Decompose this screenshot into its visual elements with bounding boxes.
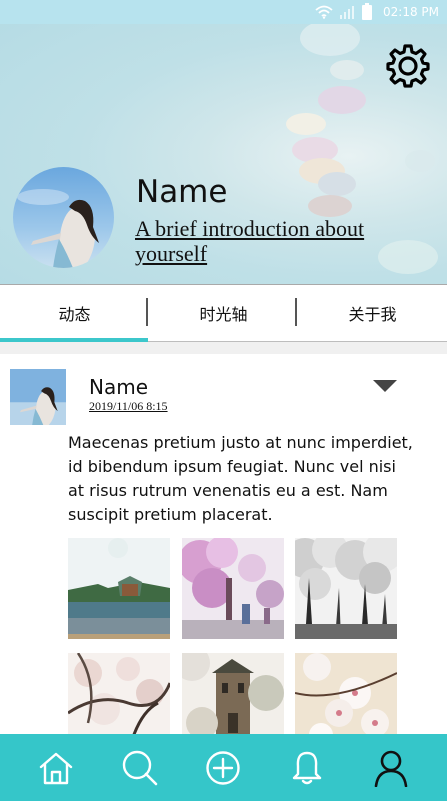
tab-divider bbox=[295, 298, 297, 326]
battery-icon bbox=[362, 3, 372, 20]
post-options-button[interactable] bbox=[371, 378, 399, 394]
status-time: 02:18 PM bbox=[383, 5, 439, 19]
profile-tabs: 动态 时光轴 关于我 bbox=[0, 284, 447, 342]
avatar-photo bbox=[13, 167, 114, 268]
pebble-decoration bbox=[330, 60, 364, 80]
bw-cherry-trees-photo bbox=[295, 538, 397, 639]
pebble-decoration bbox=[286, 113, 326, 135]
feed-post: Name 2019/11/06 8:15 Maecenas pretium ju… bbox=[0, 354, 447, 734]
pebble-decoration bbox=[300, 20, 360, 56]
post-photo-cherry-blossom-closeup[interactable] bbox=[295, 653, 397, 734]
tab-divider bbox=[146, 298, 148, 326]
bell-icon bbox=[293, 751, 322, 784]
tab-moments[interactable]: 动态 bbox=[0, 285, 149, 341]
tab-label: 关于我 bbox=[348, 305, 397, 324]
home-icon bbox=[39, 752, 73, 784]
bottom-navigation bbox=[0, 734, 447, 801]
nav-home-button[interactable] bbox=[32, 744, 80, 792]
campus-lake-photo bbox=[68, 538, 170, 639]
post-avatar[interactable] bbox=[10, 369, 66, 425]
settings-button[interactable] bbox=[384, 42, 432, 90]
profile-name: Name bbox=[136, 174, 228, 210]
post-date: 2019/11/06 8:15 bbox=[89, 399, 168, 413]
pebble-decoration bbox=[318, 86, 366, 114]
user-icon bbox=[374, 750, 408, 787]
nav-add-button[interactable] bbox=[199, 744, 247, 792]
search-icon bbox=[122, 750, 157, 785]
cherry-blossom-closeup-photo bbox=[295, 653, 397, 734]
nav-profile-button[interactable] bbox=[367, 744, 415, 792]
signal-icon bbox=[340, 6, 354, 19]
profile-intro[interactable]: A brief introduction about yourself bbox=[135, 216, 425, 266]
post-photo-campus-lake[interactable] bbox=[68, 538, 170, 639]
caret-down-icon bbox=[373, 380, 397, 392]
pink-blossom-street-photo bbox=[182, 538, 284, 639]
gear-icon bbox=[386, 44, 430, 88]
pebble-decoration bbox=[308, 195, 352, 217]
status-bar: 02:18 PM bbox=[0, 0, 447, 24]
nav-notifications-button[interactable] bbox=[283, 744, 331, 792]
tab-about-me[interactable]: 关于我 bbox=[298, 285, 447, 341]
tab-label: 时光轴 bbox=[199, 305, 248, 324]
post-body: Maecenas pretium justo at nunc imperdiet… bbox=[68, 433, 413, 524]
tab-timeline[interactable]: 时光轴 bbox=[149, 285, 298, 341]
pebble-decoration bbox=[318, 172, 356, 196]
old-building-photo bbox=[182, 653, 284, 734]
post-photo-blossom-branches[interactable] bbox=[68, 653, 170, 734]
wifi-icon bbox=[315, 5, 333, 19]
profile-avatar[interactable] bbox=[13, 167, 114, 268]
add-icon bbox=[206, 750, 241, 785]
avatar-photo bbox=[10, 369, 66, 425]
tab-label: 动态 bbox=[58, 305, 91, 324]
post-author-name[interactable]: Name bbox=[89, 375, 148, 399]
blossom-branches-photo bbox=[68, 653, 170, 734]
post-photo-pink-blossom-street[interactable] bbox=[182, 538, 284, 639]
profile-header: Name A brief introduction about yourself bbox=[0, 0, 447, 284]
nav-search-button[interactable] bbox=[116, 744, 164, 792]
post-photo-bw-cherry-trees[interactable] bbox=[295, 538, 397, 639]
pebble-decoration bbox=[405, 150, 435, 172]
section-divider bbox=[0, 342, 447, 354]
post-photo-old-building[interactable] bbox=[182, 653, 284, 734]
